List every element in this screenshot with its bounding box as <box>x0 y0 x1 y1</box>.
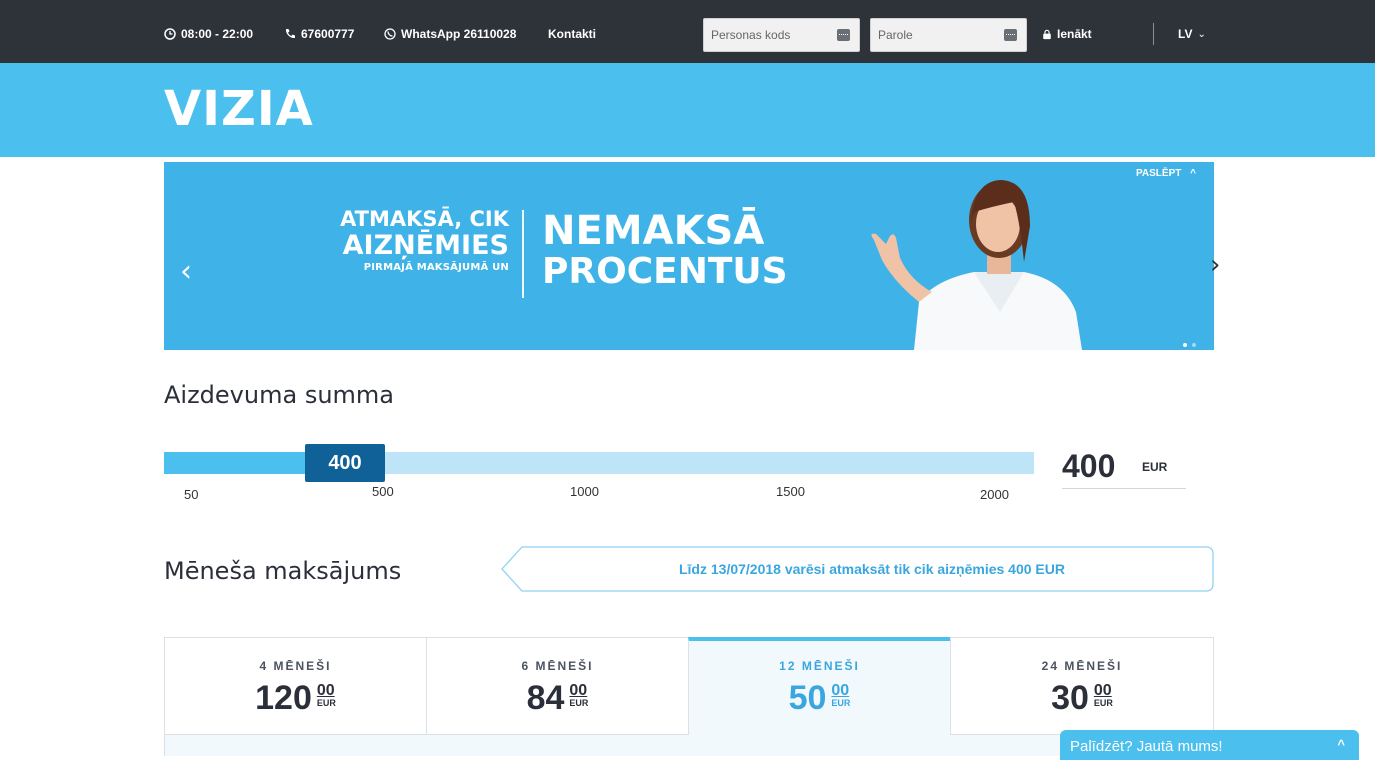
phone-link[interactable]: 67600777 <box>284 24 354 44</box>
plan-option[interactable]: 24 MĒNEŠI 30 00 EUR <box>950 637 1214 735</box>
whatsapp-icon <box>384 28 396 40</box>
plan-price: 50 00 EUR <box>689 680 950 716</box>
logo[interactable]: VIZIA <box>164 81 314 137</box>
keyboard-icon[interactable] <box>837 29 850 41</box>
phone-icon <box>285 29 295 39</box>
banner-left-text: ATMAKSĀ, CIK AIZŅĒMIES PIRMAJĀ MAKSĀJUMĀ… <box>309 207 509 275</box>
slide-indicators <box>1183 334 1201 350</box>
login-button[interactable]: Ienākt <box>1042 24 1092 44</box>
slider-tick: 500 <box>372 484 394 499</box>
banner-divider <box>522 210 524 298</box>
slider-tick: 1000 <box>570 484 599 499</box>
price-currency: EUR <box>831 698 851 708</box>
woman-illustration <box>871 180 1082 350</box>
login-label: Ienākt <box>1057 27 1092 41</box>
amount-display[interactable]: 400 EUR <box>1062 445 1186 489</box>
plan-details-panel <box>164 735 1214 756</box>
chevron-down-icon: ⌄ <box>1197 28 1206 40</box>
top-bar: 08:00 - 22:00 67600777 WhatsApp 26110028… <box>0 0 1375 63</box>
plan-price: 84 00 EUR <box>427 680 688 716</box>
price-integer: 84 <box>526 679 565 717</box>
slider-tick: 2000 <box>980 487 1009 502</box>
plan-price: 30 00 EUR <box>951 680 1213 716</box>
plan-term: 6 MĒNEŠI <box>521 659 594 673</box>
plan-term: 12 MĒNEŠI <box>779 659 860 673</box>
help-label: Palīdzēt? Jautā mums! <box>1070 738 1223 755</box>
plan-option[interactable]: 6 MĒNEŠI 84 00 EUR <box>426 637 689 735</box>
slider-tick: 50 <box>184 487 199 502</box>
slide-dot[interactable] <box>1192 343 1196 347</box>
promo-banner: ‹ ATMAKSĀ, CIK AIZŅĒMIES PIRMAJĀ MAKSĀJU… <box>164 162 1214 350</box>
loan-amount-title: Aizdevuma summa <box>164 381 394 409</box>
chevron-up-icon: ^ <box>1337 737 1345 752</box>
price-decimal: 00 <box>1093 682 1112 699</box>
price-currency: EUR <box>569 698 589 708</box>
hide-banner-button[interactable]: PASLĒPT ^ <box>1136 168 1196 179</box>
slide-dot[interactable] <box>1183 343 1187 347</box>
price-decimal: 00 <box>831 682 850 699</box>
contacts-link[interactable]: Kontakti <box>548 24 596 44</box>
chevron-up-icon: ^ <box>1190 168 1196 179</box>
working-hours: 08:00 - 22:00 <box>164 24 253 44</box>
banner-line-2: AIZŅĒMIES <box>342 230 509 261</box>
price-integer: 30 <box>1051 679 1089 717</box>
payment-plans: 4 MĒNEŠI 120 00 EUR 6 MĒNEŠI 84 00 EUR 12 … <box>164 637 1214 737</box>
language-selector[interactable]: LV ⌄ <box>1178 24 1206 44</box>
topbar-divider <box>1153 23 1154 45</box>
hide-label: PASLĒPT <box>1135 168 1182 179</box>
amount-slider-fill <box>164 452 324 474</box>
plan-option[interactable]: 4 MĒNEŠI 120 00 EUR <box>164 637 427 735</box>
banner-headline-1: NEMAKSĀ <box>542 208 765 254</box>
amount-currency: EUR <box>1142 460 1168 474</box>
hours-text: 08:00 - 22:00 <box>181 27 254 41</box>
price-decimal: 00 <box>569 682 588 699</box>
whatsapp-text: WhatsApp 26110028 <box>401 27 517 41</box>
arrow-left-icon[interactable]: ‹ <box>180 254 192 289</box>
amount-slider-handle[interactable]: 400 <box>305 444 385 482</box>
banner-line-1: ATMAKSĀ, CIK <box>340 207 509 231</box>
price-integer: 50 <box>788 679 827 717</box>
slider-tick: 1500 <box>776 484 805 499</box>
lock-icon <box>1043 29 1051 39</box>
price-currency: EUR <box>1093 698 1113 708</box>
language-label: LV <box>1178 27 1193 41</box>
price-decimal: 00 <box>316 682 335 699</box>
amount-value: 400 <box>1062 448 1116 484</box>
phone-text: 67600777 <box>301 27 355 41</box>
plan-term: 4 MĒNEŠI <box>259 659 332 673</box>
banner-line-3: PIRMAJĀ MAKSĀJUMĀ UN <box>363 262 509 273</box>
arrow-right-icon[interactable]: › <box>1210 250 1220 280</box>
plan-option-selected[interactable]: 12 MĒNEŠI 50 00 EUR <box>688 637 951 737</box>
whatsapp-link[interactable]: WhatsApp 26110028 <box>384 24 516 44</box>
monthly-payment-title: Mēneša maksājums <box>164 557 402 585</box>
banner-headline-2: PROCENTUS <box>542 251 788 292</box>
plan-term: 24 MĒNEŠI <box>1041 659 1123 673</box>
site-header: VIZIA <box>0 63 1375 157</box>
clock-icon <box>164 28 176 40</box>
price-integer: 120 <box>255 679 312 717</box>
banner-right-text: NEMAKSĀ PROCENTUS <box>542 210 788 292</box>
promo-text: Līdz 13/07/2018 varēsi atmaksāt tik cik … <box>678 561 1065 577</box>
plan-price: 120 00 EUR <box>165 680 426 716</box>
price-currency: EUR <box>316 698 336 708</box>
promo-callout: Līdz 13/07/2018 varēsi atmaksāt tik cik … <box>500 546 1214 592</box>
keyboard-icon[interactable] <box>1004 29 1017 41</box>
